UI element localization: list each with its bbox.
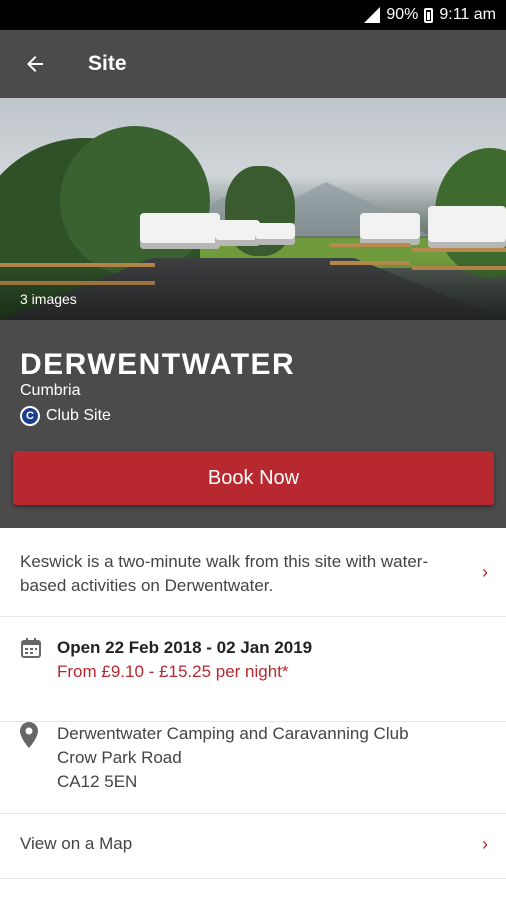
clock: 9:11 am xyxy=(439,6,496,23)
page-title: Site xyxy=(88,52,127,75)
chevron-right-icon: › xyxy=(482,562,488,582)
signal-icon xyxy=(364,7,381,23)
dates-row: Open 22 Feb 2018 - 02 Jan 2019 From £9.1… xyxy=(0,617,506,721)
status-bar: 90% 9:11 am xyxy=(0,0,506,30)
arrow-left-icon xyxy=(27,56,43,72)
battery-icon xyxy=(424,7,434,23)
club-badge-icon: C xyxy=(20,406,40,426)
open-dates: Open 22 Feb 2018 - 02 Jan 2019 xyxy=(57,638,313,657)
view-map-link: View on a Map xyxy=(20,834,133,853)
site-header: DERWENTWATER Cumbria C Club Site Book No… xyxy=(0,320,506,528)
club-site-label: C Club Site xyxy=(20,406,111,426)
address-postcode: CA12 5EN xyxy=(57,772,138,791)
site-name: DERWENTWATER xyxy=(20,348,296,381)
book-now-button[interactable]: Book Now xyxy=(13,451,494,505)
description-row[interactable]: Keswick is a two-minute walk from this s… xyxy=(0,528,506,616)
address-row: Derwentwater Camping and Caravanning Clu… xyxy=(0,722,506,822)
battery-percent: 90% xyxy=(386,6,419,23)
site-description: Keswick is a two-minute walk from this s… xyxy=(20,552,429,595)
site-region: Cumbria xyxy=(20,382,81,399)
site-photo[interactable] xyxy=(0,98,506,320)
chevron-right-icon: › xyxy=(482,834,488,854)
calendar-icon xyxy=(21,638,41,658)
price-range: From £9.10 - £15.25 per night* xyxy=(57,662,289,681)
image-count: 3 images xyxy=(20,291,77,307)
view-map-row[interactable]: View on a Map › xyxy=(0,814,506,878)
app-bar: Site xyxy=(0,30,506,98)
location-pin-icon xyxy=(20,722,38,748)
back-button[interactable] xyxy=(0,30,70,98)
club-site-text: Club Site xyxy=(46,407,111,424)
address-line-1: Derwentwater Camping and Caravanning Clu… xyxy=(57,724,409,743)
address-line-2: Crow Park Road xyxy=(57,748,182,767)
